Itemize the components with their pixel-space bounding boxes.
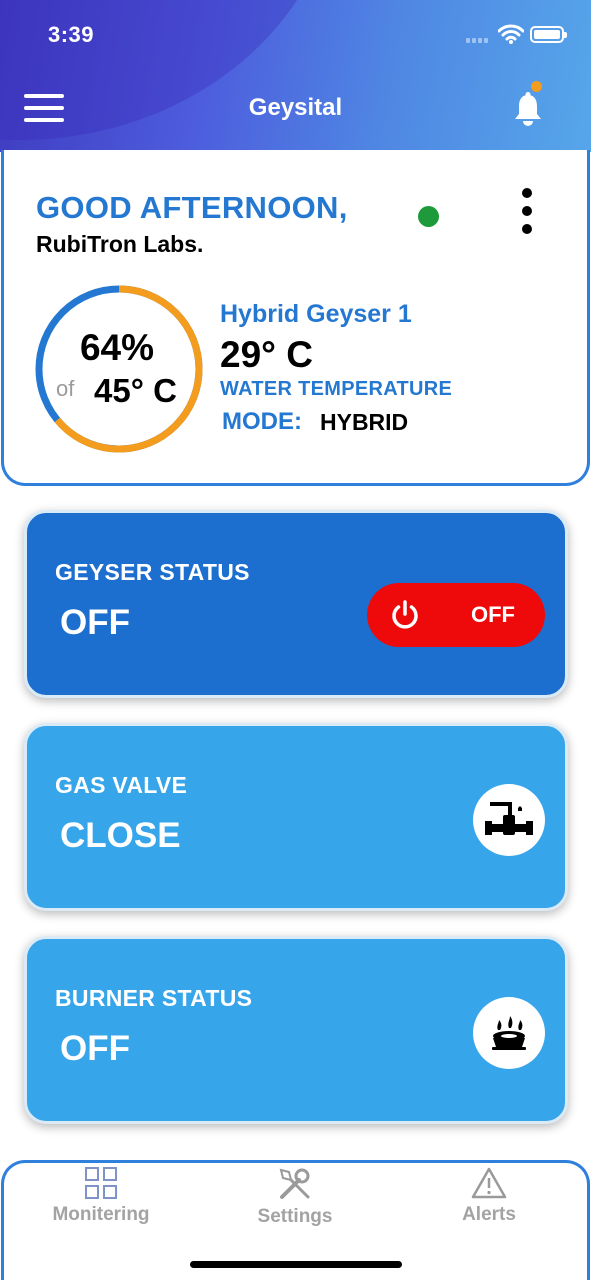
water-temperature-label: WATER TEMPERATURE xyxy=(220,378,453,400)
status-time: 3:39 xyxy=(48,22,95,47)
valve-icon xyxy=(473,784,545,856)
burner-icon xyxy=(473,997,545,1069)
water-temperature-value: 29° C xyxy=(220,334,313,375)
burner-status-label: BURNER STATUS xyxy=(55,985,253,1011)
mode-label: MODE: xyxy=(222,408,302,435)
gauge-of-label: of xyxy=(56,376,75,401)
wifi-icon xyxy=(498,24,524,44)
geyser-power-toggle[interactable]: OFF xyxy=(367,583,545,647)
burner-status-value: OFF xyxy=(60,1029,130,1068)
battery-icon xyxy=(530,26,567,43)
gas-valve-label: GAS VALVE xyxy=(55,772,188,798)
greeting-user-name: RubiTron Labs. xyxy=(36,231,204,257)
power-toggle-label: OFF xyxy=(471,602,515,627)
burner-status-card: BURNER STATUS OFF xyxy=(24,936,568,1124)
tab-monitoring-label: Monitering xyxy=(52,1204,150,1225)
app-title: Geysital xyxy=(248,94,343,121)
geyser-status-card: GEYSER STATUS OFF OFF xyxy=(24,510,568,698)
tab-alerts-label: Alerts xyxy=(462,1204,516,1225)
connection-status-indicator xyxy=(418,206,439,227)
gas-valve-card: GAS VALVE CLOSE xyxy=(24,723,568,911)
tab-alerts[interactable]: Alerts xyxy=(399,1166,579,1226)
gas-valve-value: CLOSE xyxy=(60,816,181,855)
warning-icon xyxy=(471,1167,507,1199)
tab-settings-label: Settings xyxy=(257,1206,333,1227)
power-icon xyxy=(392,600,418,629)
gauge-max-temperature: 45° C xyxy=(94,372,177,409)
tools-icon xyxy=(279,1168,310,1199)
greeting-title: GOOD AFTERNOON, xyxy=(36,190,348,225)
home-indicator xyxy=(190,1261,402,1268)
notification-bell-icon[interactable] xyxy=(512,92,544,128)
notification-badge xyxy=(531,81,542,92)
gauge-percent: 64% xyxy=(79,327,155,368)
temperature-gauge xyxy=(35,285,203,453)
mode-value: HYBRID xyxy=(320,409,409,435)
cellular-signal-icon xyxy=(466,38,490,44)
geyser-status-value: OFF xyxy=(60,603,130,642)
more-options-button[interactable] xyxy=(520,188,534,234)
grid-icon xyxy=(85,1167,117,1199)
geyser-status-label: GEYSER STATUS xyxy=(55,559,250,585)
tab-settings[interactable]: Settings xyxy=(205,1166,385,1228)
tab-monitoring[interactable]: Monitering xyxy=(11,1166,191,1226)
device-name: Hybrid Geyser 1 xyxy=(220,300,412,328)
